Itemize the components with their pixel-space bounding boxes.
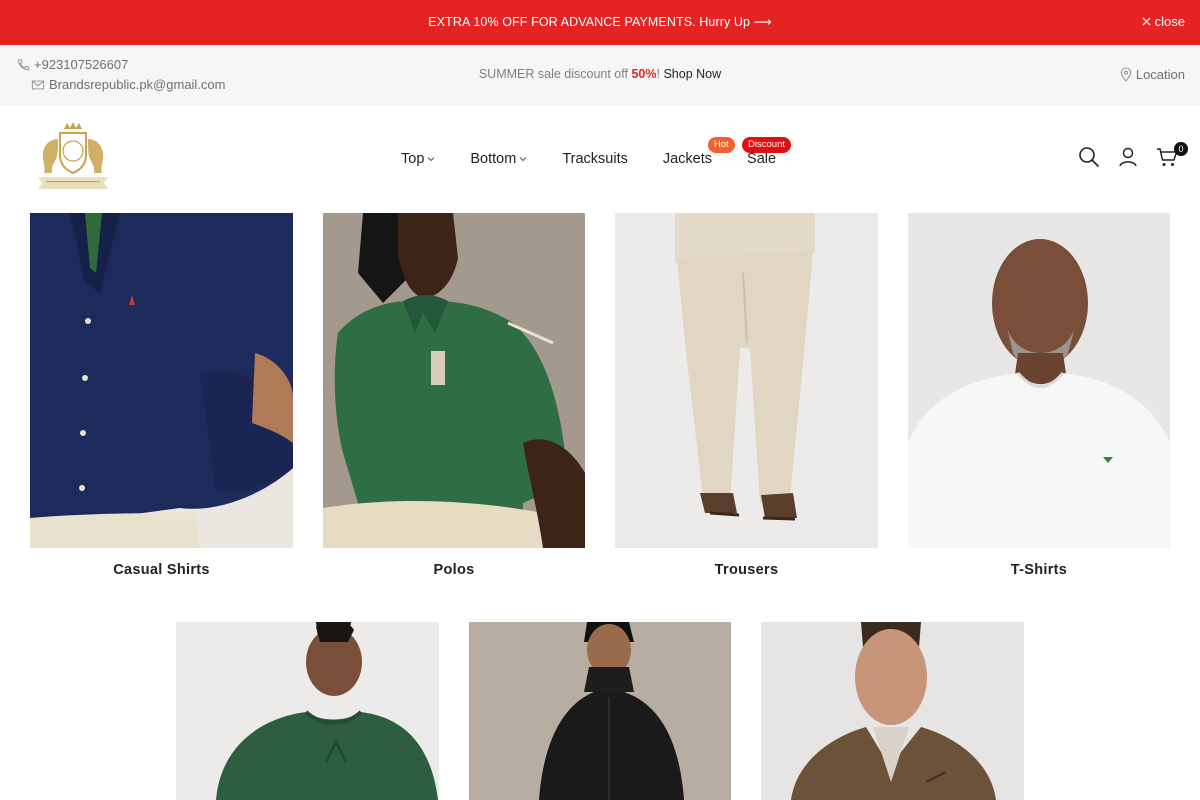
chevron-down-icon — [428, 157, 435, 162]
category-card-tracksuits[interactable] — [469, 622, 731, 800]
category-image-sweatshirts[interactable] — [176, 622, 439, 800]
category-image-tshirts[interactable] — [908, 213, 1170, 548]
hot-badge: Hot — [707, 137, 735, 153]
nav-label: Top — [401, 151, 425, 167]
category-card-sweatshirts[interactable] — [176, 622, 439, 800]
category-image-casual-shirts[interactable] — [30, 213, 293, 548]
category-label[interactable]: T-Shirts — [908, 562, 1170, 578]
location-link[interactable]: Location — [1120, 67, 1185, 82]
nav-item-sale[interactable]: Sale Discount — [742, 137, 791, 167]
category-image-jackets[interactable] — [761, 622, 1024, 800]
category-card-casual-shirts[interactable]: Casual Shirts — [30, 213, 293, 583]
summer-percent: 50% — [631, 67, 657, 81]
cart-button[interactable]: 0 — [1156, 142, 1188, 168]
category-image-polos[interactable] — [323, 213, 585, 548]
category-card-tshirts[interactable]: T-Shirts — [908, 213, 1170, 583]
chevron-down-icon — [519, 157, 527, 162]
cart-count-badge: 0 — [1174, 142, 1188, 156]
category-image-trousers[interactable] — [615, 213, 878, 548]
category-label[interactable]: Polos — [323, 562, 585, 578]
close-icon — [1142, 17, 1151, 26]
shop-now-link[interactable]: Shop Now — [663, 67, 721, 81]
nav-label: Tracksuits — [562, 151, 628, 167]
promo-close-button[interactable]: close — [1142, 14, 1185, 29]
nav-item-tracksuits[interactable]: Tracksuits — [562, 151, 628, 167]
promo-text[interactable]: EXTRA 10% OFF FOR ADVANCE PAYMENTS. Hurr… — [0, 14, 1200, 29]
nav-item-bottom[interactable]: Bottom — [470, 151, 527, 167]
summer-prefix: SUMMER sale discount off — [478, 67, 632, 81]
discount-badge: Discount — [742, 137, 791, 153]
brands-republic-logo[interactable] — [34, 121, 112, 193]
summer-bang: ! — [656, 67, 660, 81]
close-label: close — [1154, 14, 1185, 29]
header-actions: 0 — [1078, 142, 1188, 168]
search-icon[interactable] — [1078, 146, 1100, 168]
nav-label: Jackets — [662, 151, 713, 167]
site-header: Top Bottom Tracksuits Jackets Hot Sale D… — [0, 106, 1200, 213]
location-pin-icon — [1120, 67, 1132, 82]
nav-item-jackets[interactable]: Jackets Hot — [662, 137, 735, 167]
location-label: Location — [1135, 67, 1185, 82]
category-label[interactable]: Casual Shirts — [30, 562, 293, 578]
nav-item-top[interactable]: Top — [401, 151, 435, 167]
category-card-trousers[interactable]: Trousers — [615, 213, 878, 583]
info-bar: +923107526607 Brandsrepublic.pk@gmail.co… — [0, 45, 1200, 106]
nav-label: Sale — [747, 151, 777, 167]
summer-sale-notice: SUMMER sale discount off 50%! Shop Now — [0, 67, 1200, 81]
category-label[interactable]: Trousers — [615, 562, 878, 578]
category-image-tracksuits[interactable] — [469, 622, 731, 800]
main-nav: Top Bottom Tracksuits Jackets Hot Sale D… — [401, 137, 811, 167]
user-icon[interactable] — [1117, 146, 1139, 168]
nav-label: Bottom — [470, 151, 517, 167]
promo-bar: EXTRA 10% OFF FOR ADVANCE PAYMENTS. Hurr… — [0, 0, 1200, 45]
category-card-polos[interactable]: Polos — [323, 213, 585, 583]
category-card-jackets[interactable] — [761, 622, 1024, 800]
